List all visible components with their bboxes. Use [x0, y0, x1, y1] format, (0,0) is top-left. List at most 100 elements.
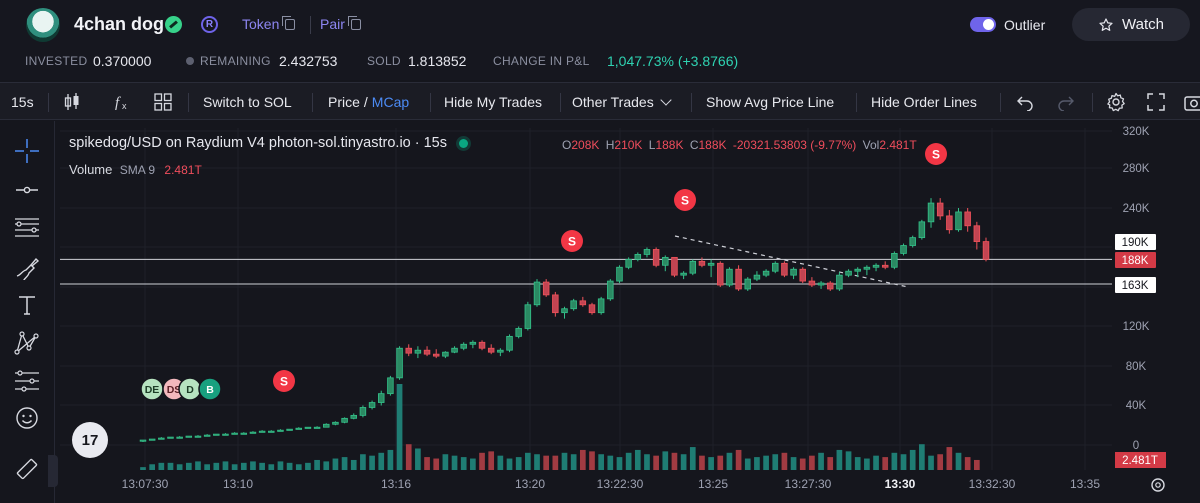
vol-label: Vol: [862, 138, 880, 152]
candle: [506, 334, 513, 353]
symbol-title: spikedog/USD on Raydium V4 photon-sol.ti…: [69, 135, 447, 151]
candle-body: [652, 249, 660, 266]
c-value: 188K: [698, 138, 727, 152]
candle-body: [368, 402, 376, 408]
candle: [497, 348, 504, 357]
volume-bar: [515, 457, 522, 470]
candle-body: [634, 254, 642, 260]
candle-body: [460, 343, 467, 349]
x-tick-label: 13:35: [1070, 477, 1100, 491]
candle: [414, 346, 422, 359]
trade-marker: D: [178, 377, 202, 401]
candle-body: [487, 347, 495, 353]
volume-value: 2.481T: [164, 163, 202, 177]
volume-bar: [506, 458, 513, 470]
volume-bar: [891, 452, 898, 470]
candle: [772, 261, 779, 274]
candle: [570, 298, 577, 311]
volume-bar: [396, 384, 403, 470]
candle-body: [323, 423, 330, 428]
candle-body: [158, 437, 165, 440]
candle-body: [597, 298, 605, 314]
volume-bar: [671, 452, 678, 470]
volume-bar: [781, 452, 788, 470]
tradingview-logo[interactable]: 17: [72, 422, 108, 458]
candle-body: [506, 335, 513, 351]
volume-bar: [451, 455, 458, 470]
candle-body: [240, 432, 248, 435]
candle-body: [194, 435, 202, 438]
candle: [533, 279, 541, 307]
candle-body: [772, 262, 779, 272]
volume-bar: [873, 455, 879, 470]
candle-body: [927, 202, 935, 223]
candle-body: [377, 393, 385, 403]
candle-body: [341, 417, 348, 423]
volume-bar: [955, 452, 962, 470]
candle-body: [872, 264, 880, 268]
candle-body: [350, 414, 357, 419]
candle-body: [359, 407, 367, 416]
sell-marker-label: S: [568, 235, 576, 249]
candle-body: [790, 268, 797, 276]
candle-body: [808, 280, 816, 286]
candle: [442, 351, 449, 359]
candle-body: [680, 272, 687, 276]
axis-settings-icon[interactable]: [1151, 478, 1165, 492]
candle-body: [552, 294, 559, 314]
volume-bar: [424, 457, 430, 470]
volume-bar: [689, 447, 696, 470]
volume-bar: [726, 452, 733, 470]
x-tick-label: 13:07:30: [122, 477, 169, 491]
chart-canvas[interactable]: SSSSDE DS D B320K280K240K120K80K40K0190K188…: [0, 0, 1200, 503]
candle: [304, 426, 312, 429]
candle: [607, 279, 614, 301]
x-tick-label: 13:32:30: [969, 477, 1016, 491]
candle-body: [497, 349, 504, 353]
candle-body: [579, 300, 587, 306]
candle-body: [662, 256, 669, 266]
candle: [717, 261, 724, 287]
y-tick-label: 0: [1133, 440, 1139, 452]
candle-body: [753, 274, 761, 280]
candle-body: [881, 264, 889, 268]
candle-body: [726, 268, 733, 286]
volume-bar: [314, 459, 320, 470]
candle-body: [414, 349, 422, 354]
candle: [350, 413, 357, 420]
volume-sma: SMA 9: [119, 163, 156, 177]
candle: [396, 346, 403, 380]
candle: [817, 281, 825, 289]
candle: [918, 219, 926, 240]
volume-bar: [259, 462, 265, 470]
volume-bar: [644, 454, 650, 470]
volume-bar: [525, 452, 531, 470]
candle: [313, 426, 321, 429]
candle-body: [396, 347, 403, 379]
volume-bar: [909, 449, 916, 470]
candle-body: [313, 426, 321, 429]
x-tick-label: 13:16: [381, 477, 411, 491]
volume-bar: [946, 447, 953, 470]
candle: [662, 255, 669, 272]
volume-label-text: 2.481T: [1122, 455, 1158, 467]
candle: [808, 277, 816, 287]
candle: [231, 432, 238, 435]
candle: [176, 436, 183, 439]
candle: [377, 390, 385, 406]
collapse-sidebar-handle[interactable]: [48, 455, 58, 487]
candle: [735, 265, 742, 291]
candle: [973, 221, 981, 250]
sell-marker: S: [674, 189, 696, 211]
volume-bar: [717, 455, 724, 470]
candle: [368, 400, 376, 410]
candle: [900, 243, 907, 256]
candle: [634, 252, 642, 262]
candle: [203, 434, 211, 437]
candle: [268, 430, 275, 433]
candle: [332, 421, 339, 426]
volume-bar: [708, 457, 714, 470]
h-value: 210K: [614, 138, 643, 152]
y-tick-label: 120K: [1123, 321, 1150, 333]
candle-body: [762, 270, 770, 276]
